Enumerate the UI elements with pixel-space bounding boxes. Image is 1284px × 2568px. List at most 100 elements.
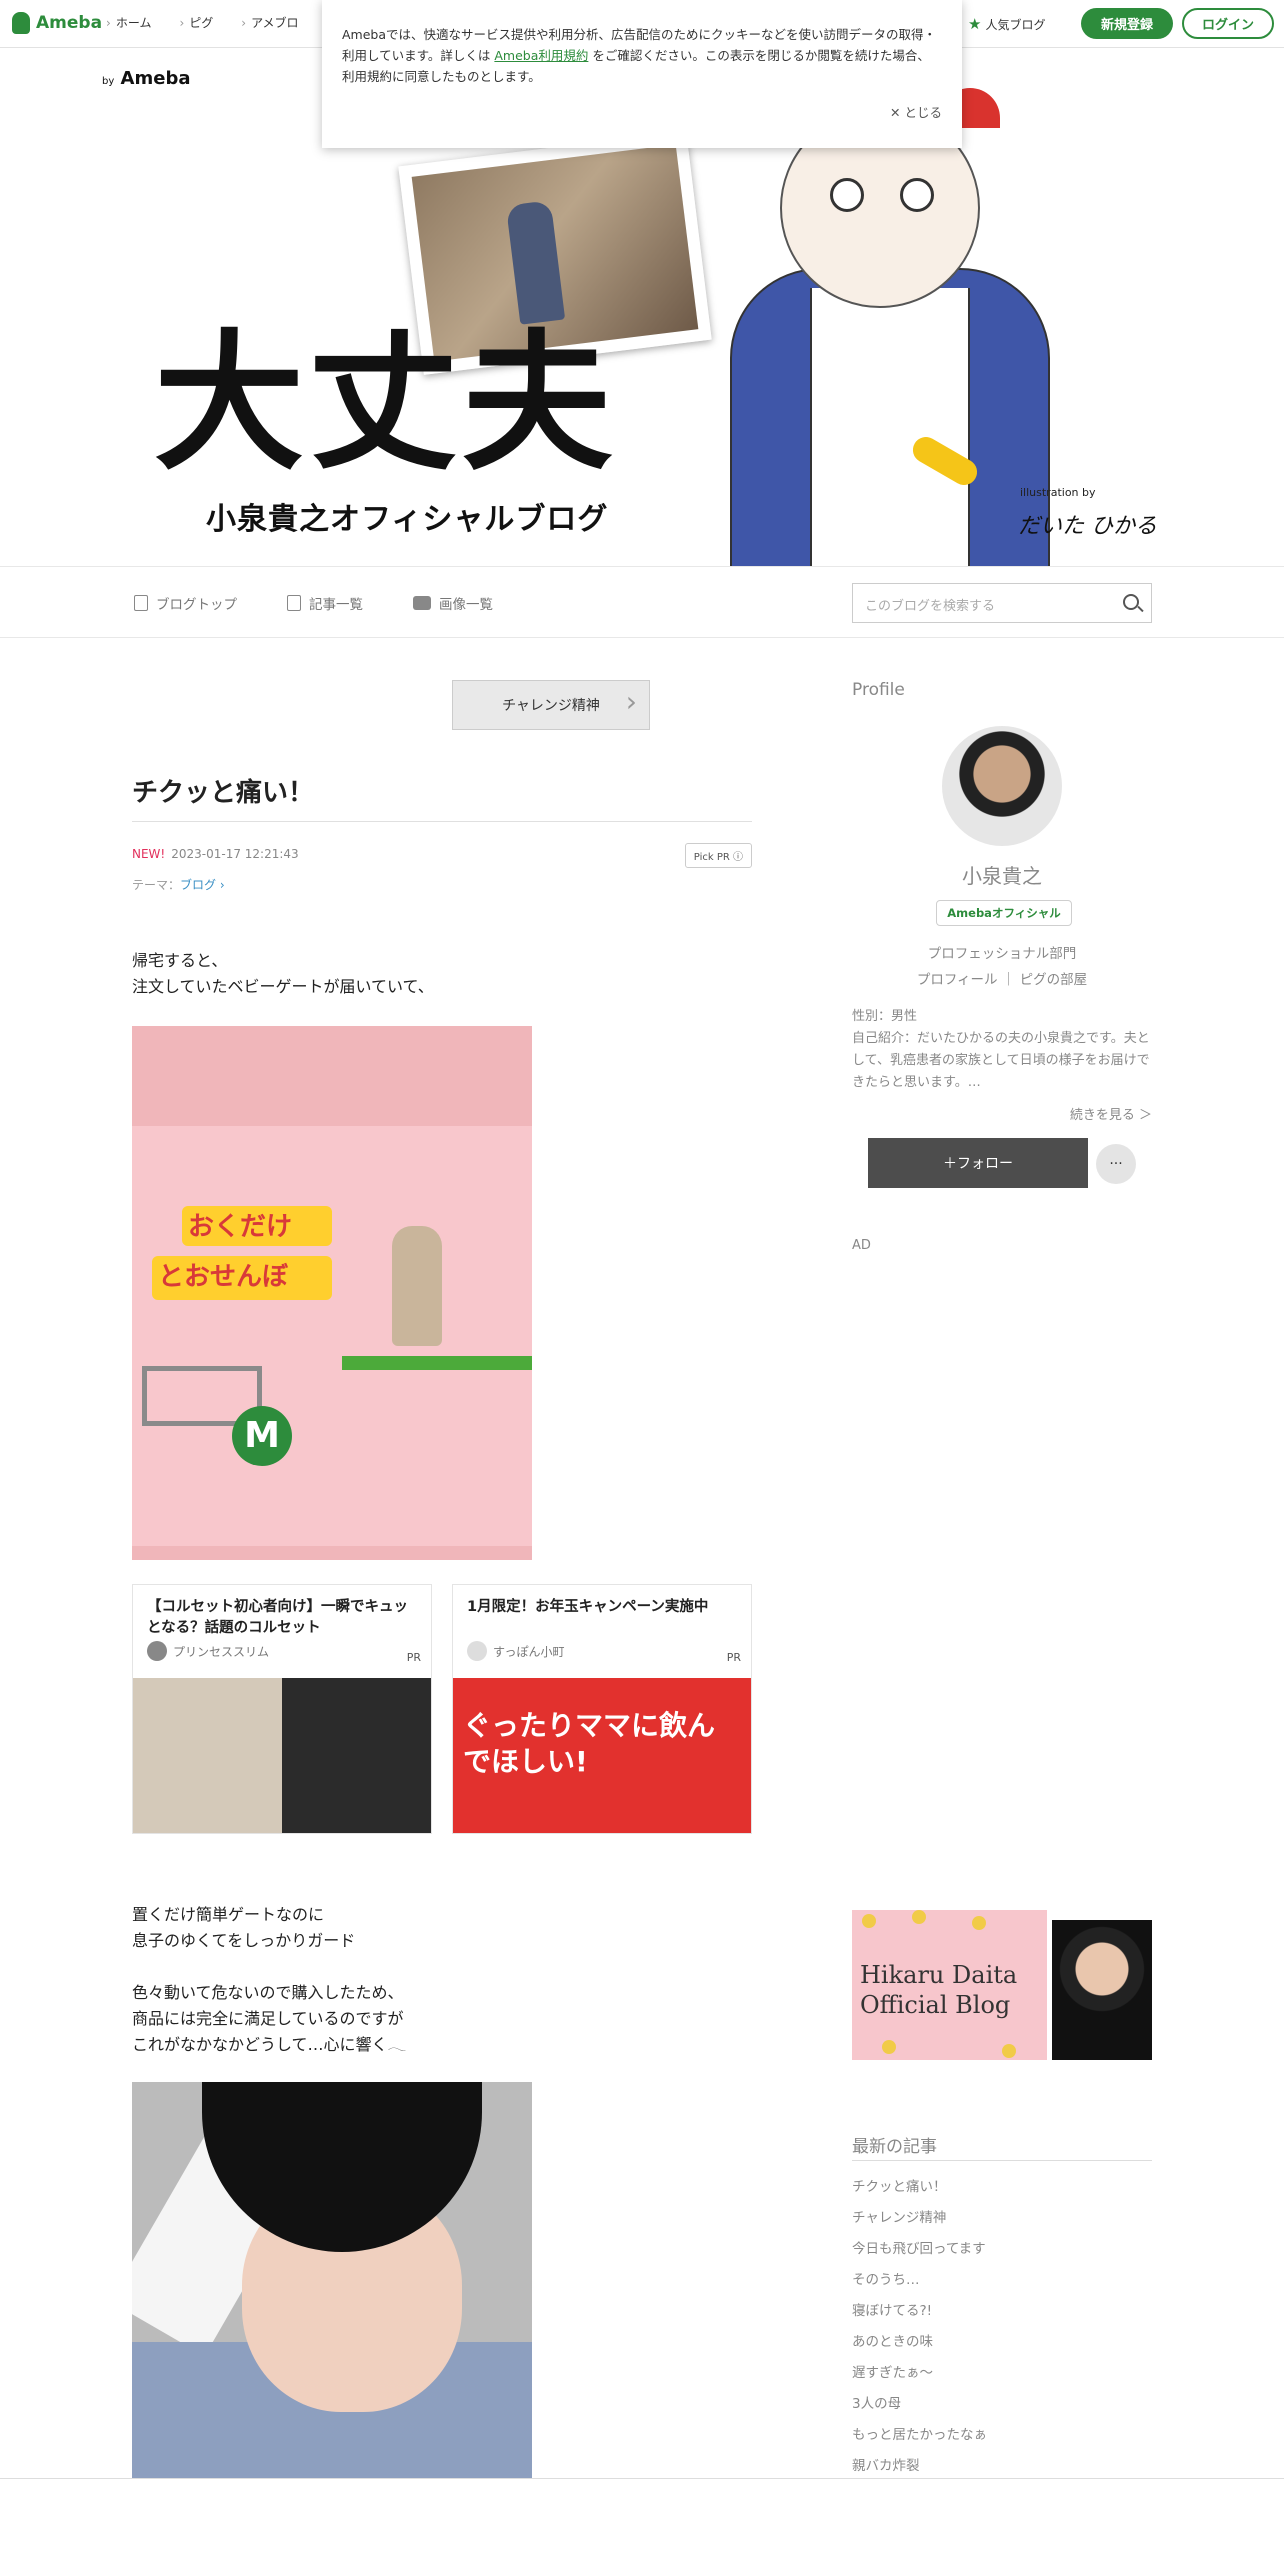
cookie-text: Amebaでは、快適なサービス提供や利用分析、広告配信のためにクッキーなどを使い… [342,24,942,87]
cookie-close-button[interactable]: ✕ とじる [890,102,942,121]
recent-article-link[interactable]: もっと居たかったなぁ [852,2420,987,2451]
document-icon [134,595,148,611]
article-paragraph-1: 帰宅すると、 注文していたベビーゲートが届いていて、 [132,948,434,1000]
ameba-logo[interactable]: Ameba [12,12,102,34]
cookie-notice: Amebaでは、快適なサービス提供や利用分析、広告配信のためにクッキーなどを使い… [322,0,962,148]
pr-label: PR [726,1651,741,1664]
new-badge: NEW! [132,847,166,861]
eye-left [830,178,864,212]
box-label-1: おくだけ [182,1206,332,1246]
ad-label: AD [852,1238,871,1253]
follow-button[interactable]: ＋フォロー [868,1138,1088,1188]
logo-text: Ameba [36,13,103,33]
eye-right [900,178,934,212]
text-line [132,1954,406,1980]
article-image-baby-gate[interactable]: おくだけ とおせんぼ M [132,1026,532,1560]
official-badge: Amebaオフィシャル [936,900,1072,926]
article-theme: テーマ：ブログ › [132,876,225,893]
register-button[interactable]: 新規登録 [1081,8,1173,39]
article-meta: NEW! 2023-01-17 12:21:43 [132,847,299,861]
ad-title: 1月限定！お年玉キャンペーン実施中 [467,1599,709,1615]
prev-article-button[interactable]: チャレンジ精神 [452,680,650,730]
header-title: 大丈夫 [154,317,617,491]
nav-pigg[interactable]: ピグ [179,14,213,31]
pigg-room-link[interactable]: ピグの部屋 [1020,972,1088,988]
recent-article-link[interactable]: あのときの味 [852,2327,987,2358]
product-box [132,1126,532,1546]
star-icon: ★ [968,15,982,33]
search-icon[interactable] [1123,594,1139,610]
size-badge: M [232,1406,292,1466]
advertiser-avatar [147,1641,167,1661]
recent-articles-list: チクッと痛い！ チャレンジ精神 今日も飛び回ってます そのうち… 寝ぼけてる?!… [852,2172,987,2482]
ad-card[interactable]: 1月限定！お年玉キャンペーン実施中 すっぽん小町 PR ぐったりママに飲んでほし… [452,1584,752,1834]
profile-dept: プロフェッショナル部門 [927,946,1077,962]
recent-article-link[interactable]: チクッと痛い！ [852,2172,987,2203]
recent-article-link[interactable]: 今日も飛び回ってます [852,2234,987,2265]
illustrator-signature: だいた ひかる [1018,514,1157,539]
more-menu-button[interactable]: ··· [1096,1144,1136,1184]
blog-top-link[interactable]: ブログトップ [134,593,237,613]
ad-image [133,1678,431,1833]
recent-divider [852,2160,1152,2161]
article-image-son[interactable] [132,2082,532,2478]
pick-pr-button[interactable]: Pick PR ⓘ [684,843,752,868]
profile-link[interactable]: プロフィール [917,972,998,988]
hikaru-daita-blog-banner[interactable]: Hikaru Daita Official Blog [852,1910,1152,2060]
global-nav: ホーム ピグ アメブロ [106,14,299,31]
sweater-shape [810,288,970,566]
profile-avatar[interactable] [942,726,1062,846]
profile-intro: 性別：男性 自己紹介：だいたひかるの夫の小泉貴之です。夫として、乳癌患者の家族と… [852,1006,1152,1094]
search-placeholder: このブログを検索する [865,599,996,614]
recent-article-link[interactable]: 寝ぼけてる?! [852,2296,987,2327]
login-button[interactable]: ログイン [1182,8,1274,39]
blog-search-input[interactable]: このブログを検索する [852,583,1152,623]
banner-portrait [1052,1920,1152,2060]
read-more-link[interactable]: 続きを見る ＞ [1070,1104,1152,1123]
banner-line: Hikaru Daita [860,1961,1018,1989]
blog-top-label: ブログトップ [156,597,237,613]
banner-text: Hikaru Daita Official Blog [860,1960,1017,2020]
blog-menu: ブログトップ 記事一覧 画像一覧 [134,593,493,613]
box-label-2: とおせんぼ [152,1256,332,1300]
text-line: 置くだけ簡単ゲートなのに [132,1905,325,1924]
banner-dot [972,1916,986,1930]
child-figure [392,1226,442,1346]
ad-row: 【コルセット初心者向け】一瞬でキュッとなる？話題のコルセット プリンセススリム … [132,1584,752,1834]
article-paragraph-2: 置くだけ簡単ゲートなのに 息子のゆくてをしっかりガード 色々動いて危ないので購入… [132,1902,406,2058]
profile-heading: Profile [852,680,905,700]
profile-gender: 性別：男性 [852,1009,918,1024]
recent-article-link[interactable]: チャレンジ精神 [852,2203,987,2234]
frog-icon [12,12,30,34]
copy-icon [287,595,301,611]
nav-ameblo[interactable]: アメブロ [241,14,298,31]
popular-blog-link[interactable]: ★ 人気ブログ [968,15,1045,33]
popular-label: 人気ブログ [985,17,1046,32]
ad-title: 【コルセット初心者向け】一瞬でキュッとなる？話題のコルセット [147,1599,408,1636]
recent-article-link[interactable]: そのうち… [852,2265,987,2296]
text-line: 注文していたベビーゲートが届いていて、 [132,977,434,996]
profile-text: 自己紹介：だいたひかるの夫の小泉貴之です。夫として、乳癌患者の家族として日頃の様… [852,1031,1150,1090]
nav-home[interactable]: ホーム [106,14,152,31]
ad-source: すっぽん小町 [467,1641,565,1661]
title-divider [132,821,752,822]
image-list-link[interactable]: 画像一覧 [413,593,493,613]
article-date: 2023-01-17 12:21:43 [171,847,299,861]
recent-article-link[interactable]: 遅すぎたぁ〜 [852,2358,987,2389]
profile-links: プロフィール ｜ ピグの部屋 [916,972,1088,988]
advertiser-name: プリンセススリム [173,1644,270,1659]
terms-link[interactable]: Ameba利用規約 [494,48,588,63]
theme-link[interactable]: ブログ › [180,878,225,892]
blog-subnav: ブログトップ 記事一覧 画像一覧 このブログを検索する [0,566,1284,638]
profile-name[interactable]: 小泉貴之 [852,860,1152,889]
by-brand: Ameba [120,68,191,89]
text-line: 色々動いて危ないので購入したため、 [132,1983,404,2002]
article-list-link[interactable]: 記事一覧 [287,593,363,613]
text-line: 息子のゆくてをしっかりガード [132,1931,356,1950]
recent-article-link[interactable]: 3人の母 [852,2389,987,2420]
image-list-label: 画像一覧 [439,597,493,613]
green-arrow [342,1356,532,1370]
recent-articles-heading: 最新の記事 [852,2137,937,2157]
by-label: by [102,76,115,87]
ad-card[interactable]: 【コルセット初心者向け】一瞬でキュッとなる？話題のコルセット プリンセススリム … [132,1584,432,1834]
